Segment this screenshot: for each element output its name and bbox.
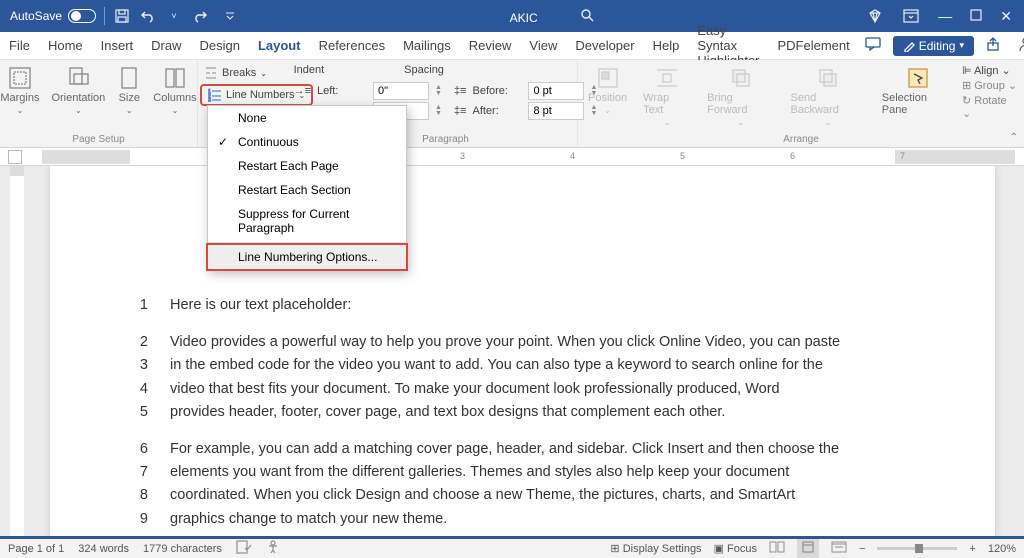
redo-icon[interactable] — [191, 9, 209, 23]
menu-bar: FileHomeInsertDrawDesignLayoutReferences… — [0, 32, 1024, 60]
tab-layout[interactable]: Layout — [249, 32, 310, 59]
tab-view[interactable]: View — [520, 32, 566, 59]
horizontal-ruler[interactable]: 1234567 — [0, 148, 1024, 166]
dropdown-options[interactable]: Line Numbering Options... — [208, 245, 406, 269]
margins-button[interactable]: Margins⌄ — [0, 64, 43, 117]
document-line[interactable]: 1Here is our text placeholder: — [138, 294, 907, 317]
send-backward-button: Send Backward⌄ — [787, 64, 870, 129]
svg-text:3: 3 — [208, 98, 211, 102]
zoom-out-button[interactable]: − — [859, 543, 865, 555]
tab-mailings[interactable]: Mailings — [394, 32, 460, 59]
group-button: ⊞ Group ⌄ — [962, 79, 1018, 92]
undo-dropdown-icon[interactable]: ˅ — [165, 11, 183, 21]
selection-pane-button[interactable]: Selection Pane — [878, 64, 958, 129]
line-numbers-button[interactable]: 123Line Numbers ⌄ — [200, 84, 313, 106]
page[interactable]: 1Here is our text placeholder: 2Video pro… — [50, 166, 995, 536]
zoom-slider[interactable] — [877, 547, 957, 550]
tab-references[interactable]: References — [310, 32, 394, 59]
dropdown-suppress[interactable]: Suppress for Current Paragraph — [208, 202, 406, 240]
toggle-off-icon — [68, 9, 96, 23]
spacing-label: Spacing — [404, 64, 444, 76]
document-line[interactable]: 4video that best fits your document. To … — [138, 378, 907, 401]
document-line[interactable]: 6For example, you can add a matching cov… — [138, 438, 907, 461]
accessibility-icon[interactable] — [266, 540, 280, 557]
tab-easy-syntax-highlighter[interactable]: Easy Syntax Highlighter — [688, 32, 768, 59]
comments-icon[interactable] — [859, 34, 887, 57]
qatab-dropdown-icon[interactable] — [221, 11, 239, 21]
rotate-button: ↻ Rotate ⌄ — [962, 94, 1018, 120]
minimize-button[interactable]: — — [938, 8, 952, 24]
display-settings-button[interactable]: ⊞ Display Settings — [610, 542, 701, 555]
document-title: AKIC — [239, 8, 866, 25]
tab-design[interactable]: Design — [191, 32, 249, 59]
tab-file[interactable]: File — [0, 32, 39, 59]
ribbon-display-icon[interactable] — [902, 9, 920, 23]
spell-check-icon[interactable] — [236, 540, 252, 557]
focus-button[interactable]: ▣ Focus — [714, 542, 757, 555]
indent-left-input[interactable] — [373, 82, 429, 100]
ribbon-collapse-icon[interactable]: ⌃ — [1010, 132, 1018, 143]
wrap-text-button: Wrap Text⌄ — [639, 64, 695, 129]
tab-help[interactable]: Help — [644, 32, 689, 59]
web-layout-icon[interactable] — [831, 541, 847, 556]
page-count[interactable]: Page 1 of 1 — [8, 543, 64, 555]
dropdown-continuous[interactable]: Continuous — [208, 130, 406, 154]
print-layout-icon[interactable] — [797, 539, 819, 558]
document-line[interactable]: 9graphics change to match your new theme… — [138, 508, 907, 531]
ruler-corner[interactable] — [8, 150, 22, 164]
search-icon[interactable] — [578, 8, 596, 25]
undo-icon[interactable] — [139, 9, 157, 23]
size-button[interactable]: Size⌄ — [113, 64, 145, 117]
tab-insert[interactable]: Insert — [92, 32, 143, 59]
page-setup-label: Page Setup — [72, 134, 124, 145]
document-line[interactable]: 8coordinated. When you click Design and … — [138, 484, 907, 507]
read-mode-icon[interactable] — [769, 541, 785, 556]
tab-draw[interactable]: Draw — [142, 32, 190, 59]
spacing-before-input[interactable] — [528, 82, 584, 100]
char-count[interactable]: 1779 characters — [143, 543, 222, 555]
tab-review[interactable]: Review — [460, 32, 521, 59]
diamond-icon[interactable] — [866, 8, 884, 24]
close-button[interactable]: ✕ — [1000, 8, 1012, 25]
document-line[interactable]: 2Video provides a powerful way to help y… — [138, 331, 907, 354]
columns-button[interactable]: Columns⌄ — [149, 64, 200, 117]
orientation-button[interactable]: Orientation⌄ — [47, 64, 109, 117]
document-canvas: 1Here is our text placeholder: 2Video pro… — [0, 166, 1024, 536]
tab-pdfelement[interactable]: PDFelement — [769, 32, 859, 59]
position-button: Position⌄ — [584, 64, 631, 129]
share-button[interactable] — [980, 34, 1006, 57]
zoom-level[interactable]: 120% — [988, 543, 1016, 555]
tab-home[interactable]: Home — [39, 32, 92, 59]
ribbon: Margins⌄ Orientation⌄ Size⌄ Columns⌄ Pag… — [0, 60, 1024, 148]
bring-forward-button: Bring Forward⌄ — [703, 64, 778, 129]
breaks-button[interactable]: Breaks ⌄ — [200, 64, 313, 82]
autosave-toggle[interactable]: AutoSave — [10, 9, 96, 23]
dropdown-none[interactable]: None — [208, 106, 406, 130]
save-icon[interactable] — [113, 9, 131, 23]
word-count[interactable]: 324 words — [78, 543, 129, 555]
title-bar: AutoSave ˅ AKIC — ✕ — [0, 0, 1024, 32]
tab-developer[interactable]: Developer — [566, 32, 643, 59]
dropdown-restart-section[interactable]: Restart Each Section — [208, 178, 406, 202]
spacing-after-input[interactable] — [528, 102, 584, 120]
dropdown-restart-page[interactable]: Restart Each Page — [208, 154, 406, 178]
editing-mode-button[interactable]: Editing▾ — [893, 36, 974, 56]
status-bar: Page 1 of 1 324 words 1779 characters ⊞ … — [0, 536, 1024, 558]
align-button[interactable]: ⊫ Align ⌄ — [962, 64, 1018, 77]
arrange-label: Arrange — [783, 134, 819, 145]
vertical-ruler[interactable] — [10, 176, 24, 536]
document-line[interactable]: 7elements you want from the different ga… — [138, 461, 907, 484]
document-line[interactable]: 5provides header, footer, cover page, an… — [138, 401, 907, 424]
document-line[interactable]: 3in the embed code for the video you wan… — [138, 354, 907, 377]
paragraph-label: Paragraph — [422, 134, 469, 145]
account-icon[interactable] — [1012, 33, 1024, 58]
line-numbers-dropdown: None Continuous Restart Each Page Restar… — [207, 105, 407, 270]
maximize-button[interactable] — [970, 8, 982, 24]
zoom-in-button[interactable]: + — [969, 543, 975, 555]
